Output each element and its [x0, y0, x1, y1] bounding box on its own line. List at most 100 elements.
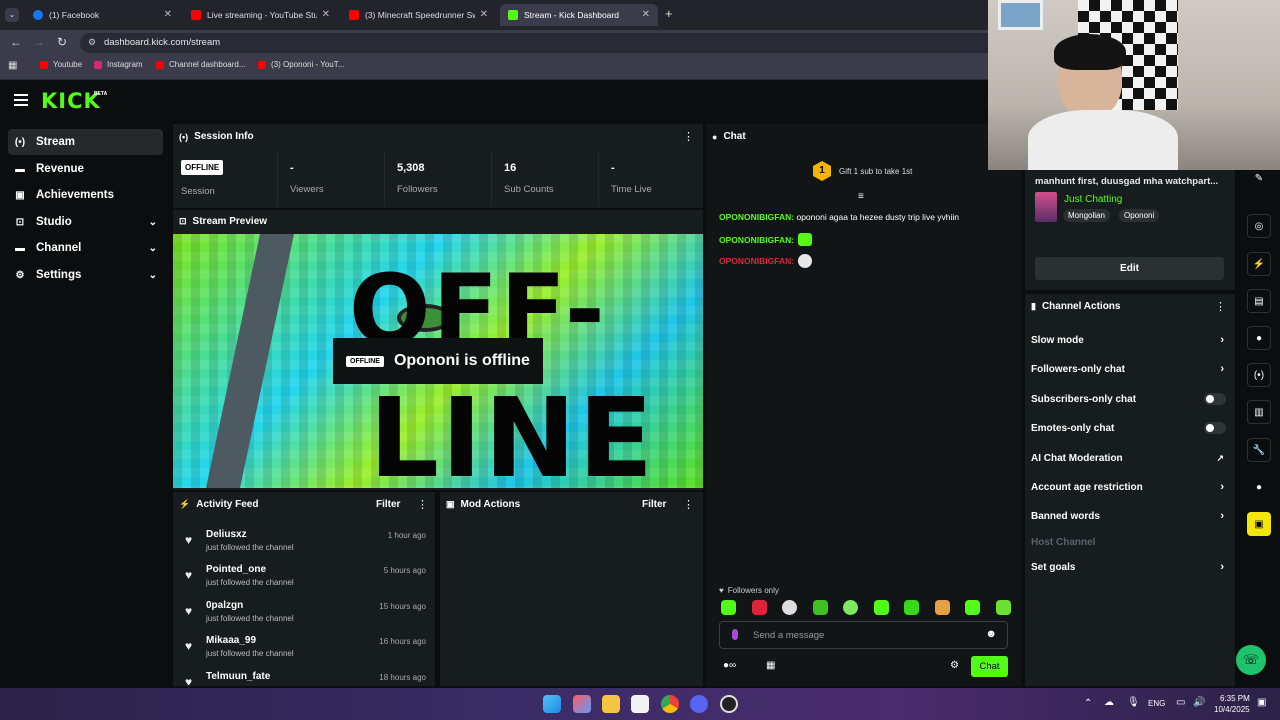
obs-icon[interactable] — [720, 695, 738, 713]
follower-name[interactable]: Mikaaa_99 — [206, 635, 256, 646]
browser-tab[interactable]: Live streaming - YouTube Studio ✕ — [183, 4, 338, 26]
file-explorer-icon[interactable] — [602, 695, 620, 713]
forward-icon[interactable]: → — [33, 35, 45, 49]
sidebar-item-settings[interactable]: ⚙ Settings ⌄ — [8, 262, 163, 288]
emotes-only-toggle[interactable] — [1204, 422, 1226, 434]
sidebar-item-revenue[interactable]: ▬ Revenue — [8, 156, 163, 182]
close-icon[interactable]: ✕ — [642, 9, 650, 20]
clip-icon[interactable]: ▣ — [1247, 512, 1271, 536]
document-icon[interactable]: ▤ — [1247, 289, 1271, 313]
category-name[interactable]: Just Chatting — [1064, 194, 1122, 205]
gift-leaderboard[interactable]: 1 Gift 1 sub to take 1st — [813, 161, 912, 181]
microphone-icon[interactable] — [732, 629, 738, 640]
chat-input[interactable]: Send a message ☻ — [719, 621, 1008, 649]
follower-name[interactable]: 0palzgn — [206, 600, 243, 611]
more-options-icon[interactable]: ⋮ — [1215, 300, 1226, 313]
start-icon[interactable] — [543, 695, 561, 713]
microphone-tray-icon[interactable]: 🎙 — [1127, 697, 1140, 708]
wifi-icon[interactable]: ▭ — [1176, 697, 1185, 708]
points-icon[interactable]: ●∞ — [723, 660, 736, 671]
ai-chat-moderation-action[interactable]: AI Chat Moderation ↗ — [1031, 446, 1226, 470]
emote-icon[interactable] — [995, 600, 1011, 615]
browser-tab[interactable]: (1) Facebook ✕ — [25, 4, 180, 26]
close-icon[interactable]: ✕ — [322, 9, 330, 20]
chrome-icon[interactable] — [661, 695, 679, 713]
kick-logo[interactable]: KICK — [41, 89, 101, 113]
more-options-icon[interactable]: ⋮ — [683, 498, 694, 511]
emote-icon[interactable] — [965, 600, 981, 615]
apps-icon[interactable]: ▦ — [8, 60, 17, 71]
address-bar[interactable]: dashboard.kick.com/stream — [80, 33, 1000, 53]
discord-icon[interactable] — [690, 695, 708, 713]
new-tab-button[interactable]: + — [665, 6, 673, 21]
sidebar-item-achievements[interactable]: ▣ Achievements — [8, 182, 163, 208]
layout-icon[interactable]: ▥ — [1247, 400, 1271, 424]
bookmark-item[interactable]: Instagram — [94, 60, 143, 69]
site-info-icon[interactable]: ⚙ — [88, 37, 96, 48]
sidebar-item-studio[interactable]: ⊡ Studio ⌄ — [8, 209, 163, 235]
set-goals-action[interactable]: Set goals › — [1031, 555, 1226, 579]
emote-icon[interactable] — [904, 600, 920, 615]
followers-only-action[interactable]: Followers-only chat › — [1031, 357, 1226, 381]
back-icon[interactable]: ← — [10, 35, 22, 49]
wrench-icon[interactable]: 🔧 — [1247, 438, 1271, 462]
chat-bubble-icon[interactable]: ● — [1247, 326, 1271, 350]
more-options-icon[interactable]: ⋮ — [417, 498, 428, 511]
clock-time[interactable]: 6:35 PM — [1220, 694, 1250, 703]
notification-icon[interactable]: ▣ — [1257, 697, 1266, 708]
browser-tab[interactable]: (3) Minecraft Speedrunner Swa ✕ — [341, 4, 496, 26]
edit-stream-button[interactable]: Edit — [1035, 257, 1224, 280]
bookmark-item[interactable]: (3) Opononi - YouT... — [258, 60, 344, 69]
pinned-chevron-icon[interactable]: ≡ — [858, 191, 864, 202]
panel-title: Stream Preview — [192, 216, 268, 227]
more-options-icon[interactable]: ⋮ — [683, 130, 694, 143]
language-indicator[interactable]: ENG — [1148, 699, 1165, 708]
account-age-action[interactable]: Account age restriction › — [1031, 475, 1226, 499]
emote-icon[interactable] — [751, 600, 767, 615]
points-icon[interactable]: ● — [1247, 475, 1271, 499]
network-tray-icon[interactable]: ☁ — [1104, 697, 1114, 708]
tray-chevron-icon[interactable]: ⌃ — [1084, 698, 1092, 709]
subscribers-only-toggle[interactable] — [1204, 393, 1226, 405]
chat-settings-icon[interactable]: ⚙ — [950, 660, 959, 671]
store-icon[interactable]: ▦ — [766, 660, 775, 671]
sidebar-item-label: Achievements — [36, 189, 114, 201]
hamburger-menu-icon[interactable] — [14, 94, 28, 106]
support-icon[interactable]: ☏ — [1236, 645, 1266, 675]
emote-icon[interactable] — [812, 600, 828, 615]
browser-tab-active[interactable]: Stream - Kick Dashboard ✕ — [500, 4, 658, 26]
filter-button[interactable]: Filter — [642, 499, 666, 510]
emote-icon[interactable] — [934, 600, 950, 615]
chat-username[interactable]: OPONONIBIGFAN: — [719, 212, 794, 222]
emoji-picker-icon[interactable]: ☻ — [985, 628, 997, 640]
slow-mode-action[interactable]: Slow mode › — [1031, 328, 1226, 352]
follower-name[interactable]: Pointed_one — [206, 564, 266, 575]
follower-name[interactable]: Deliusxz — [206, 529, 247, 540]
bookmark-item[interactable]: Youtube — [40, 60, 82, 69]
sidebar-item-stream[interactable]: (•) Stream — [8, 129, 163, 155]
banned-words-action[interactable]: Banned words › — [1031, 504, 1226, 528]
emote-icon[interactable] — [873, 600, 889, 615]
close-icon[interactable]: ✕ — [164, 9, 172, 20]
emote-icon[interactable] — [721, 600, 736, 615]
filter-button[interactable]: Filter — [376, 499, 400, 510]
chat-username[interactable]: OPONONIBIGFAN: — [719, 256, 794, 266]
target-icon[interactable]: ◎ — [1247, 214, 1271, 238]
chat-username[interactable]: OPONONIBIGFAN: — [719, 235, 794, 245]
store-icon[interactable] — [631, 695, 649, 713]
reload-icon[interactable]: ↻ — [57, 35, 67, 49]
broadcast-icon[interactable]: (•) — [1247, 363, 1271, 387]
emote-icon[interactable] — [782, 600, 798, 615]
followers-only-indicator: ♥ Followers only — [719, 586, 779, 595]
bolt-icon[interactable]: ⚡ — [1247, 252, 1271, 276]
tab-list-chevron-icon[interactable]: ⌄ — [5, 8, 19, 22]
emote-icon[interactable] — [843, 600, 859, 615]
follower-name[interactable]: Telmuun_fate — [206, 671, 270, 682]
clock-date[interactable]: 10/4/2025 — [1214, 705, 1250, 714]
close-icon[interactable]: ✕ — [480, 9, 488, 20]
chat-send-button[interactable]: Chat — [971, 656, 1008, 677]
sidebar-item-channel[interactable]: ▬ Channel ⌄ — [8, 235, 163, 261]
widgets-icon[interactable] — [573, 695, 591, 713]
bookmark-item[interactable]: Channel dashboard... — [156, 60, 246, 69]
volume-icon[interactable]: 🔊 — [1193, 697, 1205, 708]
